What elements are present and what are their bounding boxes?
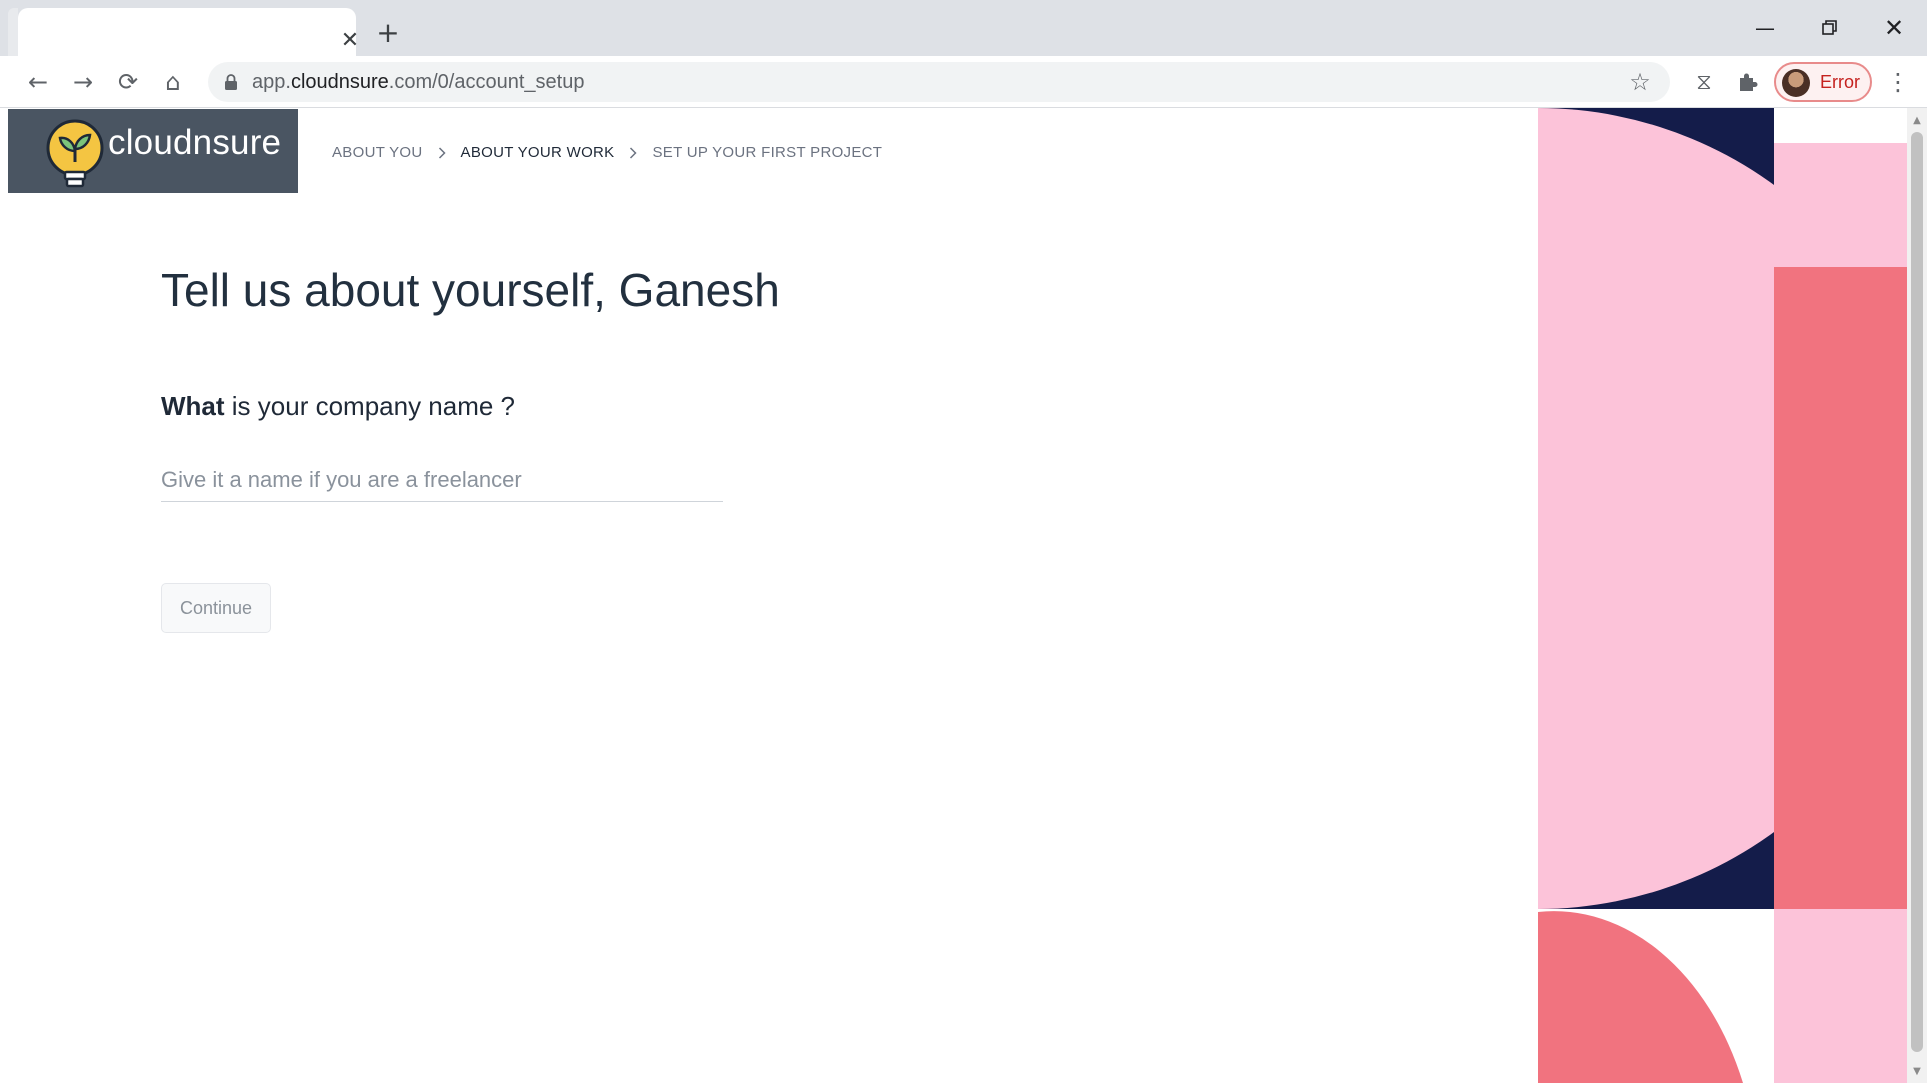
bookmark-star-icon[interactable]: ☆ — [1624, 66, 1656, 98]
url-prefix: app. — [252, 71, 291, 93]
app-logo[interactable]: cloudnsure — [8, 109, 298, 193]
window-close-icon[interactable]: ✕ — [1874, 10, 1914, 46]
chevron-right-icon — [438, 146, 446, 159]
new-tab-icon[interactable]: + — [372, 16, 404, 49]
page-content: cloudnsure About you About your work Set… — [0, 108, 1907, 1083]
profile-status-label: Error — [1820, 72, 1860, 92]
page-scrollbar[interactable]: ▲ ▼ — [1907, 108, 1927, 1083]
forward-arrow-icon[interactable]: → — [65, 64, 101, 100]
tab-close-icon[interactable]: ✕ — [336, 26, 364, 54]
lock-icon[interactable] — [224, 73, 238, 91]
url-host: cloudnsure — [290, 71, 389, 93]
setup-breadcrumb: About you About your work Set up your fi… — [332, 144, 882, 161]
url-text[interactable]: app.cloudnsure.com/0/account_setup — [252, 62, 584, 102]
sync-extension-icon[interactable]: ⧖ — [1686, 64, 1722, 100]
question-bold-word: What — [161, 391, 225, 421]
step-set-up-first-project[interactable]: Set up your first project — [652, 144, 882, 161]
question-text: is your company name ? — [224, 391, 516, 421]
step-about-you[interactable]: About you — [332, 144, 423, 161]
lightbulb-sprout-icon — [46, 119, 104, 188]
browser-tab-active[interactable]: ✕ — [18, 8, 359, 56]
browser-tab-strip: ✕ + — ✕ — [0, 0, 1927, 56]
scroll-up-arrow-icon[interactable]: ▲ — [1907, 110, 1927, 130]
decorative-geometric-art — [1538, 108, 1907, 1083]
continue-button[interactable]: Continue — [161, 583, 271, 633]
profile-button[interactable]: Error — [1774, 62, 1872, 102]
extensions-puzzle-icon[interactable] — [1730, 64, 1766, 100]
scrollbar-thumb[interactable] — [1911, 132, 1923, 1052]
browser-toolbar: ← → ⟳ ⌂ app.cloudnsure.com/0/account_set… — [0, 56, 1927, 108]
scroll-down-arrow-icon[interactable]: ▼ — [1907, 1061, 1927, 1081]
reload-icon[interactable]: ⟳ — [110, 64, 146, 100]
address-bar[interactable]: app.cloudnsure.com/0/account_setup ☆ — [208, 62, 1670, 102]
step-about-your-work[interactable]: About your work — [461, 144, 615, 161]
browser-menu-icon[interactable]: ⋮ — [1880, 64, 1916, 100]
back-arrow-icon[interactable]: ← — [20, 64, 56, 100]
chevron-right-icon — [630, 146, 638, 159]
profile-avatar — [1782, 69, 1810, 97]
home-icon[interactable]: ⌂ — [155, 64, 191, 100]
company-name-question: What is your company name ? — [161, 391, 515, 422]
page-title: Tell us about yourself, Ganesh — [161, 264, 780, 316]
url-path: .com/0/account_setup — [388, 71, 585, 93]
puzzle-icon — [1740, 73, 1758, 91]
window-minimize-icon[interactable]: — — [1745, 10, 1785, 46]
company-name-input[interactable] — [161, 458, 723, 502]
inactive-tab-edge[interactable] — [8, 8, 18, 56]
restore-icon — [1822, 20, 1837, 35]
logo-wordmark: cloudnsure — [108, 123, 282, 162]
window-restore-icon[interactable] — [1810, 10, 1850, 46]
